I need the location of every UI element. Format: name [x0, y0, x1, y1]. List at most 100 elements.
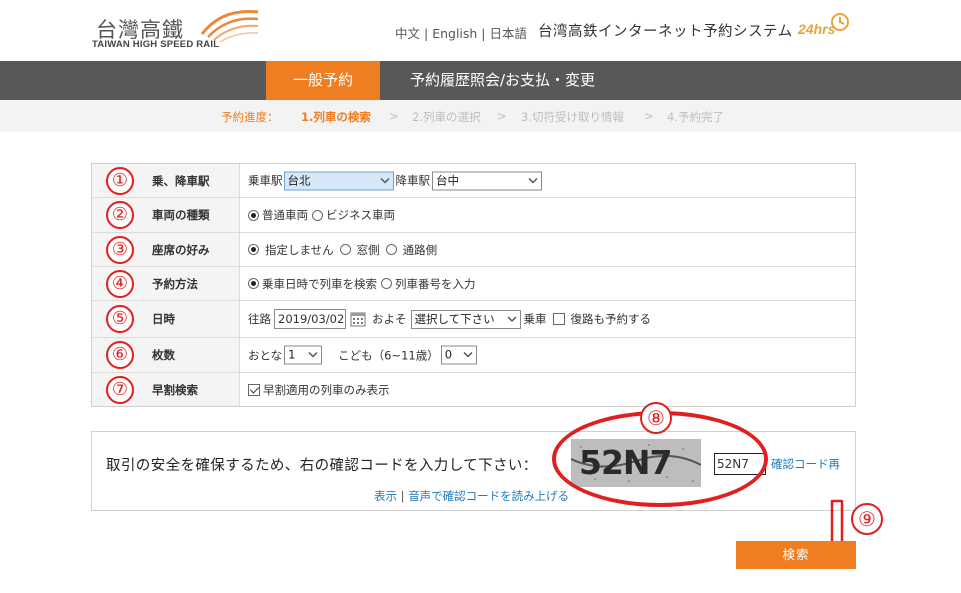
annotation-number-3: ③: [106, 235, 134, 264]
method-label: 予約方法: [152, 276, 198, 291]
form-row-stations: ① 乗、降車駅 乗車駅 台北 降車駅 台中: [92, 164, 855, 198]
seat-window-radio[interactable]: [339, 244, 351, 255]
step-separator: >: [389, 109, 399, 123]
system-title: 台湾高鉄インターネット予約システム: [538, 24, 793, 40]
annotation-number-9: ⑨: [851, 503, 883, 535]
seat-aisle-radio[interactable]: [385, 244, 397, 255]
lang-separator: |: [420, 26, 433, 41]
step-3: 3.切符受け取り情報: [521, 110, 624, 124]
booking-form: ① 乗、降車駅 乗車駅 台北 降車駅 台中 ② 車両の種類 普通車両 ビジネス車…: [91, 163, 856, 407]
adult-label: おとな: [248, 348, 283, 362]
annotation-number-6: ⑥: [106, 341, 134, 369]
return-trip-label: 復路も予約する: [570, 312, 652, 326]
annotation-number-8: ⑧: [640, 402, 672, 434]
chevron-down-icon: [463, 351, 473, 358]
datetime-label: 日時: [152, 312, 175, 326]
datetime-cell: 往路 2019/03/02 およそ 選択して下さい 乗車 復路も予約する: [248, 309, 651, 329]
tickets-label: 枚数: [152, 348, 175, 362]
time-select-value: 選択して下さい: [414, 311, 495, 326]
to-station-label: 降車駅: [395, 173, 431, 188]
step-separator: >: [497, 109, 507, 123]
booking-progress: 予約進度： 1.列車の検索 > 2.列車の選択 > 3.切符受け取り情報 > 4…: [0, 100, 961, 132]
annotation-number-4: ④: [106, 269, 134, 298]
car-type-label: 車両の種類: [152, 208, 210, 222]
business-car-label: ビジネス車両: [326, 208, 395, 222]
language-switcher: 中文 | English | 日本語: [395, 23, 527, 42]
date-input[interactable]: 2019/03/02: [274, 309, 346, 329]
lang-japanese-link[interactable]: 日本語: [490, 26, 528, 41]
row-label-cell: ⑤ 日時: [92, 301, 240, 337]
method-by-time-radio[interactable]: [248, 278, 259, 289]
tab-booking-history[interactable]: 予約履歴照会/お支払・変更: [395, 61, 610, 100]
captcha-show-link[interactable]: 表示: [374, 489, 397, 503]
approx-label: およそ: [372, 312, 407, 326]
business-car-radio[interactable]: [312, 209, 323, 221]
standard-car-radio[interactable]: [248, 209, 259, 221]
chevron-down-icon: [528, 177, 538, 184]
car-type-cell: 普通車両 ビジネス車両: [248, 207, 395, 223]
child-label: こども（6~11歳）: [338, 348, 439, 362]
child-count-value: 0: [444, 347, 453, 362]
search-button[interactable]: 検索: [736, 541, 856, 569]
link-separator: |: [397, 489, 409, 503]
seat-cell: 指定しません 窓側 通路側: [248, 242, 437, 258]
chevron-down-icon: [379, 177, 390, 184]
form-row-seat: ③ 座席の好み 指定しません 窓側 通路側: [92, 233, 855, 267]
step-2: 2.列車の選択: [412, 110, 481, 124]
child-count-select[interactable]: 0: [440, 345, 477, 365]
form-row-datetime: ⑤ 日時 往路 2019/03/02 およそ 選択して下さい 乗車 復路も予約す…: [92, 301, 855, 338]
form-row-car-type: ② 車両の種類 普通車両 ビジネス車両: [92, 198, 855, 233]
form-row-early-bird: ⑦ 早割検索 早割適用の列車のみ表示: [92, 373, 855, 406]
step-1: 1.列車の検索: [301, 110, 371, 124]
adult-count-select[interactable]: 1: [284, 345, 323, 365]
seat-aisle-label: 通路側: [402, 242, 438, 257]
calendar-icon[interactable]: [350, 311, 366, 327]
early-bird-option-label: 早割適用の列車のみ表示: [263, 382, 390, 397]
early-bird-cell: 早割適用の列車のみ表示: [248, 382, 390, 398]
captcha-links: 表示 | 音声で確認コードを読み上げる: [374, 488, 569, 504]
return-trip-checkbox[interactable]: [552, 313, 565, 325]
logo-swoosh-icon: [200, 9, 259, 42]
lang-separator: |: [477, 26, 490, 41]
annotation-number-2: ②: [106, 201, 134, 229]
chevron-down-icon: [308, 351, 318, 358]
early-bird-checkbox[interactable]: [248, 383, 260, 396]
progress-label: 予約進度：: [221, 110, 279, 124]
lang-english-link[interactable]: English: [432, 26, 477, 41]
row-label-cell: ⑥ 枚数: [92, 338, 240, 372]
from-station-value: 台北: [287, 173, 311, 187]
from-station-label: 乗車駅: [248, 173, 283, 188]
method-by-number-label: 列車番号を入力: [395, 276, 476, 291]
method-by-number-radio[interactable]: [381, 278, 392, 289]
method-by-time-label: 乗車日時で列車を検索: [262, 276, 377, 291]
thsr-logo[interactable]: 台灣高鐵 TAIWAN HIGH SPEED RAIL: [92, 9, 262, 54]
captcha-refresh-link[interactable]: 確認コード再: [771, 456, 840, 472]
from-station-select[interactable]: 台北: [283, 171, 394, 190]
seat-none-label: 指定しません: [265, 242, 334, 257]
header: 台灣高鐵 TAIWAN HIGH SPEED RAIL 中文 | English…: [0, 0, 961, 61]
stations-cell: 乗車駅 台北 降車駅 台中: [248, 171, 542, 190]
row-label-cell: ② 車両の種類: [92, 198, 240, 232]
standard-car-label: 普通車両: [262, 208, 308, 222]
annotation-number-1: ①: [106, 166, 134, 195]
method-cell: 乗車日時で列車を検索 列車番号を入力: [248, 276, 476, 292]
stations-label: 乗、降車駅: [152, 173, 210, 188]
seat-none-radio[interactable]: [248, 244, 259, 255]
time-select[interactable]: 選択して下さい: [410, 309, 521, 329]
chevron-down-icon: [506, 315, 517, 322]
row-label-cell: ⑦ 早割検索: [92, 373, 240, 406]
24hrs-badge: 24hrs: [798, 10, 850, 40]
early-bird-label: 早割検索: [152, 382, 198, 397]
row-label-cell: ④ 予約方法: [92, 267, 240, 300]
main-nav: 一般予約 予約履歴照会/お支払・変更: [0, 61, 961, 100]
lang-chinese-link[interactable]: 中文: [395, 26, 420, 41]
outbound-label: 往路: [248, 312, 271, 326]
seat-window-label: 窓側: [356, 242, 380, 257]
tab-general-booking[interactable]: 一般予約: [266, 61, 380, 100]
step-4: 4.予約完了: [667, 110, 724, 124]
annotation-number-7: ⑦: [106, 375, 134, 404]
to-station-value: 台中: [436, 173, 459, 187]
tickets-cell: おとな 1 こども（6~11歳） 0: [248, 345, 477, 365]
to-station-select[interactable]: 台中: [432, 171, 542, 190]
captcha-audio-link[interactable]: 音声で確認コードを読み上げる: [408, 489, 569, 503]
